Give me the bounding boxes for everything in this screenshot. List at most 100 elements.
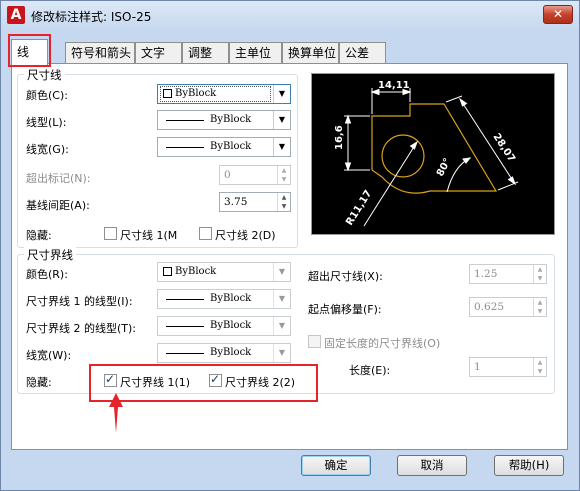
spin-down-icon[interactable]: ▼ bbox=[278, 202, 290, 211]
chevron-down-icon[interactable]: ▼ bbox=[273, 85, 290, 103]
ext-beyond-label: 超出尺寸线(X): bbox=[308, 270, 383, 283]
tab-fit[interactable]: 调整 bbox=[182, 42, 229, 64]
preview-part-outline bbox=[371, 103, 498, 194]
spinner-buttons: ▲ ▼ bbox=[277, 193, 290, 211]
ext-beyond-spinner[interactable]: 1.25 ▲ ▼ bbox=[469, 264, 547, 284]
spin-down-icon[interactable]: ▼ bbox=[534, 274, 546, 283]
preview-label-top: 14,11 bbox=[378, 80, 410, 91]
lineweight-sample bbox=[166, 353, 204, 354]
ext-lineweight-value: ByBlock bbox=[210, 347, 252, 358]
dim-lineweight-label: 线宽(G): bbox=[26, 143, 69, 156]
preview-label-angle: 80° bbox=[435, 157, 454, 179]
cancel-button[interactable]: 取消 bbox=[397, 455, 467, 476]
tab-symbols-arrows[interactable]: 符号和箭头 bbox=[65, 42, 135, 64]
dim-linetype-label: 线型(L): bbox=[26, 116, 67, 129]
dim-lineweight-value: ByBlock bbox=[210, 141, 252, 152]
color-swatch bbox=[163, 89, 172, 98]
tab-alternate-units[interactable]: 换算单位 bbox=[282, 42, 339, 64]
spinner-buttons: ▲ ▼ bbox=[533, 298, 546, 316]
dim-extend-label: 超出标记(N): bbox=[26, 172, 91, 185]
ext-linetype1-select[interactable]: ByBlock ▼ bbox=[157, 289, 291, 309]
dim-suppress-2-checkbox[interactable] bbox=[199, 227, 212, 240]
spin-down-icon[interactable]: ▼ bbox=[534, 307, 546, 316]
dialog-window: A 修改标注样式: ISO-25 ✕ 线 符号和箭头 文字 调整 主单位 换算单… bbox=[0, 0, 580, 491]
spinner-buttons: ▲ ▼ bbox=[277, 166, 290, 184]
ext-fixed-length-label[interactable]: 固定长度的尺寸界线(O) bbox=[324, 335, 440, 351]
dim-suppress-1-checkbox[interactable] bbox=[104, 227, 117, 240]
dim-suppress-2-label[interactable]: 尺寸线 2(D) bbox=[215, 227, 276, 243]
ext-suppress-label: 隐藏: bbox=[26, 376, 52, 389]
chevron-down-icon[interactable]: ▼ bbox=[273, 111, 290, 129]
ok-button[interactable]: 确定 bbox=[301, 455, 371, 476]
arrow-icon bbox=[344, 114, 352, 124]
preview-label-right: 28,07 bbox=[490, 132, 516, 165]
dimension-preview: 14,11 16,6 28,07 80° R11,17 bbox=[311, 73, 555, 235]
dim-baseline-value: 3.75 bbox=[224, 196, 248, 208]
ext-color-select[interactable]: ByBlock ▼ bbox=[157, 262, 291, 282]
preview-label-left: 16,6 bbox=[334, 125, 345, 150]
ext-linetype1-value: ByBlock bbox=[210, 293, 252, 304]
ext-length-value: 1 bbox=[474, 361, 481, 373]
tab-primary-units[interactable]: 主单位 bbox=[229, 42, 282, 64]
ext-linetype2-label: 尺寸界线 2 的线型(T): bbox=[26, 322, 136, 335]
close-button[interactable]: ✕ bbox=[543, 5, 573, 24]
ext-fixed-length-checkbox[interactable] bbox=[308, 335, 321, 348]
dim-color-label: 颜色(C): bbox=[26, 89, 68, 102]
linetype-sample bbox=[166, 120, 204, 121]
spin-down-icon[interactable]: ▼ bbox=[534, 367, 546, 376]
dim-lineweight-select[interactable]: ByBlock ▼ bbox=[157, 137, 291, 157]
ext-offset-spinner[interactable]: 0.625 ▲ ▼ bbox=[469, 297, 547, 317]
ext-length-label: 长度(E): bbox=[349, 364, 391, 377]
ext-linetype1-label: 尺寸界线 1 的线型(I): bbox=[26, 295, 133, 308]
dim-suppress-1-label[interactable]: 尺寸线 1(M bbox=[120, 227, 177, 243]
lineweight-sample bbox=[166, 147, 204, 148]
spin-down-icon[interactable]: ▼ bbox=[278, 175, 290, 184]
dim-baseline-spinner[interactable]: 3.75 ▲ ▼ bbox=[219, 192, 291, 212]
chevron-down-icon[interactable]: ▼ bbox=[273, 138, 290, 156]
arrow-icon bbox=[409, 140, 418, 150]
chevron-down-icon[interactable]: ▼ bbox=[273, 263, 290, 281]
ext-offset-label: 起点偏移量(F): bbox=[308, 303, 382, 316]
arrow-icon bbox=[507, 176, 516, 186]
ext-beyond-value: 1.25 bbox=[474, 268, 498, 280]
title-bar: A 修改标注样式: ISO-25 ✕ bbox=[1, 1, 579, 31]
ext-lineweight-label: 线宽(W): bbox=[26, 349, 72, 362]
red-arrow-icon bbox=[109, 393, 123, 433]
spin-up-icon[interactable]: ▲ bbox=[278, 193, 290, 202]
linetype-sample bbox=[166, 326, 204, 327]
ext-lineweight-select[interactable]: ByBlock ▼ bbox=[157, 343, 291, 363]
dim-lines-title: 尺寸线 bbox=[24, 67, 65, 83]
ext-color-label: 颜色(R): bbox=[26, 268, 68, 281]
spinner-buttons: ▲ ▼ bbox=[533, 358, 546, 376]
chevron-down-icon[interactable]: ▼ bbox=[273, 290, 290, 308]
dim-extend-spinner[interactable]: 0 ▲ ▼ bbox=[219, 165, 291, 185]
ext-linetype2-select[interactable]: ByBlock ▼ bbox=[157, 316, 291, 336]
ext-offset-value: 0.625 bbox=[474, 301, 505, 313]
spin-up-icon[interactable]: ▲ bbox=[534, 298, 546, 307]
tab-annotation-box bbox=[8, 34, 51, 67]
window-title: 修改标注样式: ISO-25 bbox=[31, 10, 152, 24]
autocad-logo-icon: A bbox=[7, 6, 25, 24]
spin-up-icon[interactable]: ▲ bbox=[278, 166, 290, 175]
ext-lines-title: 尺寸界线 bbox=[24, 247, 76, 263]
ext-linetype2-value: ByBlock bbox=[210, 320, 252, 331]
spin-up-icon[interactable]: ▲ bbox=[534, 265, 546, 274]
dim-extend-value: 0 bbox=[224, 169, 231, 181]
dim-color-value: ByBlock bbox=[175, 88, 217, 99]
ext-length-spinner[interactable]: 1 ▲ ▼ bbox=[469, 357, 547, 377]
tab-text[interactable]: 文字 bbox=[135, 42, 182, 64]
chevron-down-icon[interactable]: ▼ bbox=[273, 317, 290, 335]
dim-suppress-label: 隐藏: bbox=[26, 229, 52, 242]
dim-linetype-select[interactable]: ByBlock ▼ bbox=[157, 110, 291, 130]
dim-color-select[interactable]: ByBlock ▼ bbox=[157, 84, 291, 104]
spinner-buttons: ▲ ▼ bbox=[533, 265, 546, 283]
dim-linetype-value: ByBlock bbox=[210, 114, 252, 125]
color-swatch bbox=[163, 267, 172, 276]
tab-tolerances[interactable]: 公差 bbox=[339, 42, 386, 64]
preview-drawing: 14,11 16,6 28,07 80° R11,17 bbox=[334, 80, 519, 228]
linetype-sample bbox=[166, 299, 204, 300]
help-button[interactable]: 帮助(H) bbox=[494, 455, 564, 476]
preview-label-radius: R11,17 bbox=[344, 188, 374, 227]
spin-up-icon[interactable]: ▲ bbox=[534, 358, 546, 367]
chevron-down-icon[interactable]: ▼ bbox=[273, 344, 290, 362]
